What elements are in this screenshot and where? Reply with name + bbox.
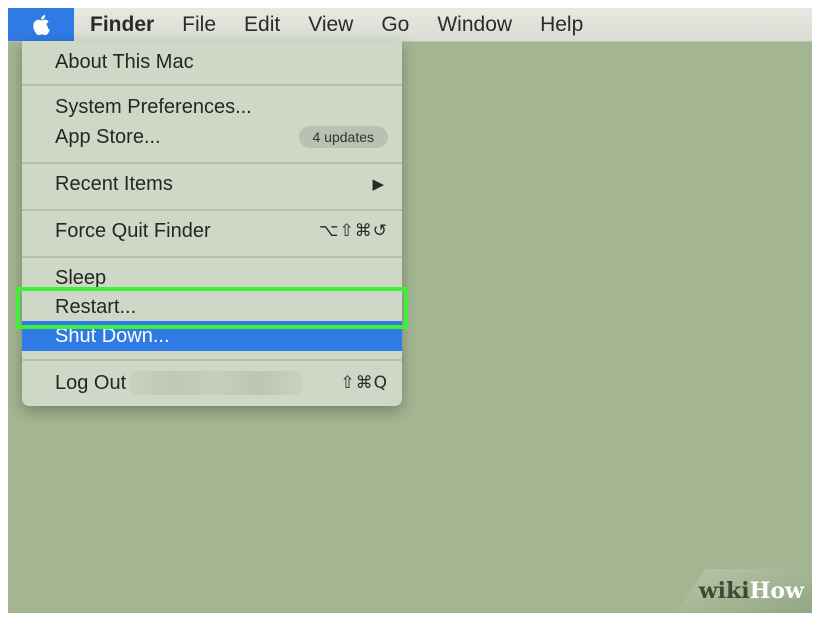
menu-window[interactable]: Window	[423, 8, 526, 41]
apple-logo-icon	[33, 15, 50, 35]
log-out-shortcut: ⇧⌘Q	[340, 373, 388, 393]
updates-badge: 4 updates	[298, 126, 388, 148]
menu-separator	[22, 359, 402, 361]
menu-item-system-preferences-label: System Preferences...	[55, 95, 252, 118]
menu-item-app-store[interactable]: App Store... 4 updates	[22, 122, 402, 152]
menu-separator	[22, 162, 402, 164]
force-quit-shortcut: ⌥⇧⌘↺	[318, 221, 388, 241]
menu-edit[interactable]: Edit	[230, 8, 294, 41]
menu-item-recent-items[interactable]: Recent Items ▶	[22, 169, 402, 199]
menu-item-log-out[interactable]: Log Out ⇧⌘Q	[22, 368, 402, 398]
menu-finder[interactable]: Finder	[74, 8, 168, 41]
highlight-annotation-frame	[16, 287, 408, 329]
menu-item-system-preferences[interactable]: System Preferences...	[22, 92, 402, 122]
blurred-username	[130, 371, 303, 395]
submenu-arrow-icon: ▶	[372, 176, 384, 193]
menu-item-about[interactable]: About This Mac	[22, 47, 402, 77]
menu-item-app-store-label: App Store...	[55, 125, 161, 148]
menu-separator	[22, 256, 402, 258]
menu-item-recent-items-label: Recent Items	[55, 172, 173, 195]
apple-menu-button[interactable]	[8, 8, 74, 41]
menu-item-force-quit[interactable]: Force Quit Finder ⌥⇧⌘↺	[22, 216, 402, 246]
menu-item-force-quit-label: Force Quit Finder	[55, 219, 211, 242]
menu-item-log-out-label: Log Out	[55, 371, 127, 394]
menu-help[interactable]: Help	[526, 8, 597, 41]
menu-bar: Finder File Edit View Go Window Help	[8, 8, 812, 42]
apple-dropdown-menu: About This Mac System Preferences... App…	[22, 41, 402, 406]
menu-separator	[22, 209, 402, 211]
wikihow-watermark: wiki How	[676, 569, 812, 613]
menu-go[interactable]: Go	[367, 8, 423, 41]
desktop: Finder File Edit View Go Window Help Abo…	[8, 8, 812, 613]
menu-separator	[22, 84, 402, 86]
menu-view[interactable]: View	[294, 8, 367, 41]
watermark-wiki: wiki	[698, 578, 750, 604]
menu-file[interactable]: File	[168, 8, 230, 41]
menu-item-about-label: About This Mac	[55, 50, 194, 73]
watermark-how: How	[749, 578, 804, 604]
